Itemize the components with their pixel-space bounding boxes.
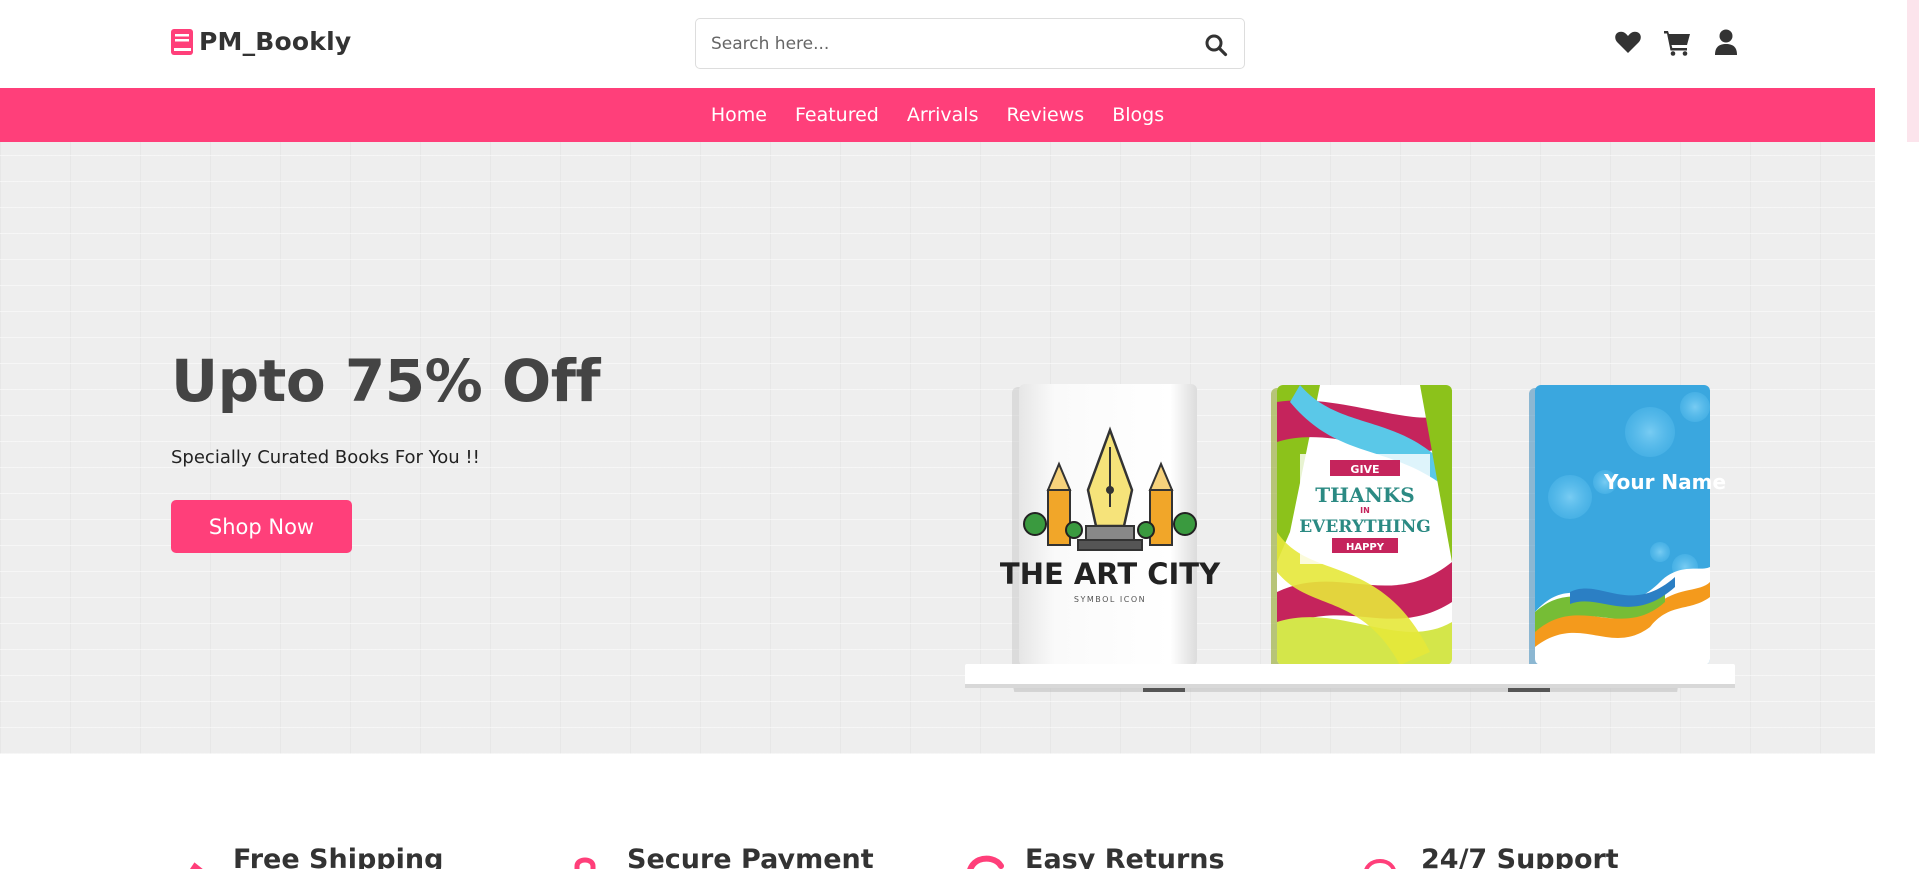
nav-featured[interactable]: Featured [795,104,879,126]
hero-subtitle: Specially Curated Books For You !! [171,447,480,468]
logo[interactable]: PM_Bookly [171,27,351,56]
navbar: Home Featured Arrivals Reviews Blogs [0,88,1875,142]
header-icons [1614,28,1740,56]
shop-now-button[interactable]: Shop Now [171,500,352,553]
book-cover-give-thanks: GIVE THANKS IN EVERYTHING HAPPY [1271,385,1452,670]
nav-arrivals[interactable]: Arrivals [907,104,979,126]
feature-free-shipping: Free Shipping [171,844,443,869]
book-title-your-name: Your Name [1603,470,1726,494]
nav-links: Home Featured Arrivals Reviews Blogs [0,88,1875,142]
nav-reviews[interactable]: Reviews [1007,104,1085,126]
shipping-icon [189,862,203,869]
feature-title: Free Shipping [233,844,444,869]
nav-blogs[interactable]: Blogs [1112,104,1164,126]
search-icon[interactable] [1204,33,1228,57]
svg-text:GIVE: GIVE [1350,463,1379,476]
feature-title: 24/7 Support [1421,844,1619,869]
book-cover-art-city: THE ART CITY SYMBOL ICON [1000,384,1221,669]
hero-title: Upto 75% Off [171,347,601,415]
book-icon [171,28,193,55]
bookshelf-illustration: THE ART CITY SYMBOL ICON GIVE THANKS IN … [965,384,1735,692]
feature-easy-returns: Easy Returns [963,844,1225,869]
svg-text:THANKS: THANKS [1315,483,1414,507]
feature-secure-payment: Secure Payment [565,844,874,869]
return-icon [967,855,1004,869]
heart-icon[interactable] [1614,28,1642,56]
page: PM_Bookly Home [0,0,1919,869]
book-title-art-city: THE ART CITY [1000,557,1221,591]
scrollbar-thumb[interactable] [1907,0,1919,142]
svg-text:IN: IN [1360,506,1370,515]
brand-name: PM_Bookly [199,27,352,56]
feature-support: 24/7 Support [1359,844,1619,869]
features-section: Free Shipping Secure Payment Easy Return… [0,754,1875,869]
hero-section: Upto 75% Off Specially Curated Books For… [0,142,1875,754]
support-icon [1364,858,1396,869]
search-form [695,18,1245,69]
lock-icon [574,857,596,869]
cart-icon[interactable] [1663,28,1691,56]
user-icon[interactable] [1712,28,1740,56]
search-input[interactable] [696,19,1176,68]
svg-text:HAPPY: HAPPY [1346,542,1385,553]
book-cover-your-name: Your Name [1529,385,1726,670]
header: PM_Bookly [0,0,1875,88]
nav-home[interactable]: Home [711,104,767,126]
feature-title: Secure Payment [627,844,874,869]
feature-title: Easy Returns [1025,844,1225,869]
scrollbar[interactable] [1875,0,1919,869]
book-subtitle-art-city: SYMBOL ICON [1074,595,1146,604]
svg-text:EVERYTHING: EVERYTHING [1299,517,1431,537]
